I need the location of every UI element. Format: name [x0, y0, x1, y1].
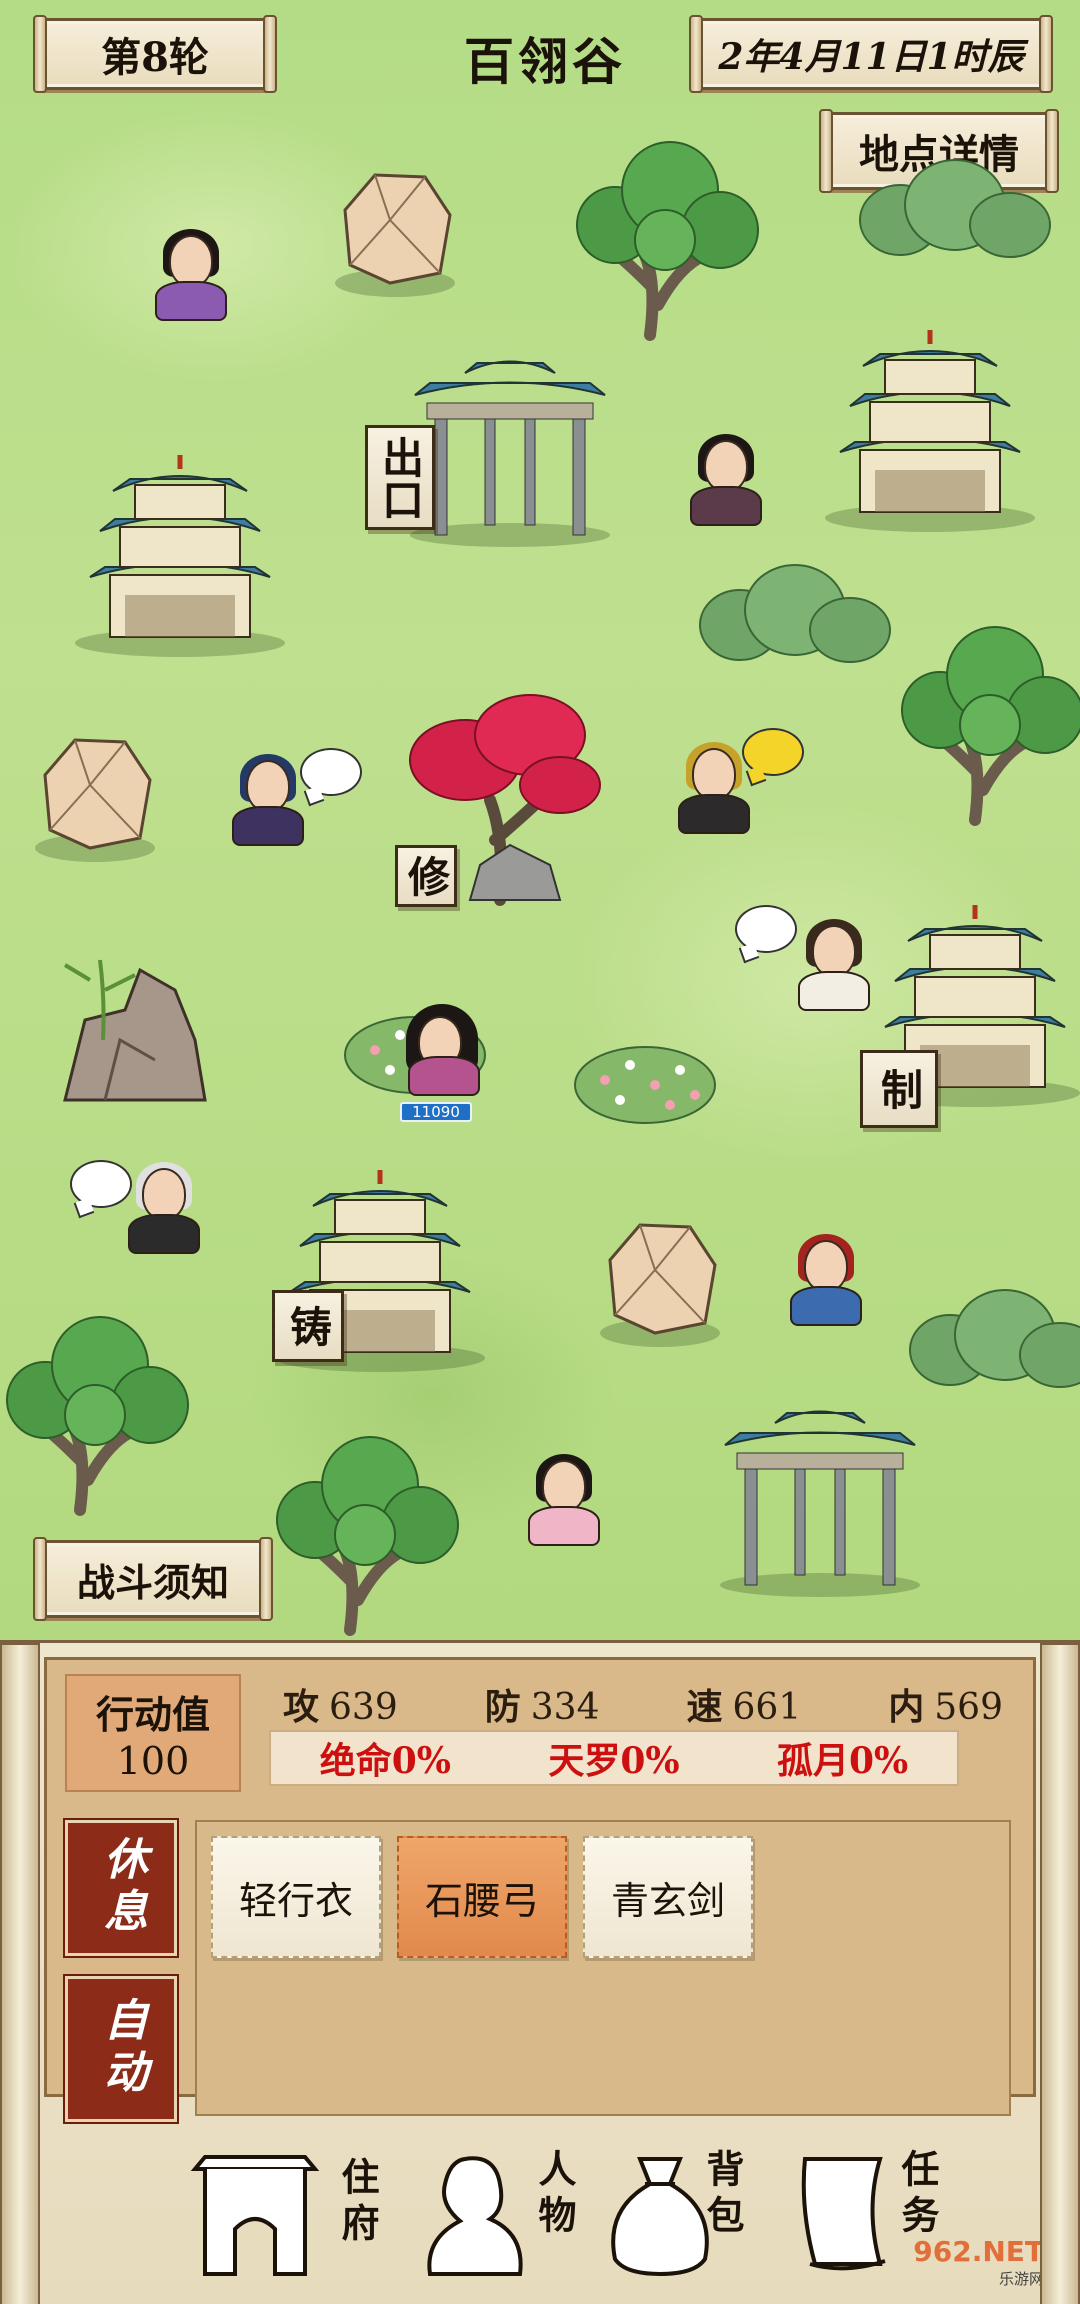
- craft-tag[interactable]: 制: [860, 1050, 938, 1128]
- player-character[interactable]: [402, 1004, 482, 1102]
- speech-bubble[interactable]: [70, 1160, 132, 1208]
- jueming-rate: 绝命0%: [319, 1740, 451, 1782]
- exit-tag[interactable]: 出口: [365, 425, 435, 530]
- quest-bubble[interactable]: [742, 728, 804, 776]
- rest-button[interactable]: 休息: [63, 1818, 179, 1958]
- speech-bubble[interactable]: [300, 748, 362, 796]
- attribute-row: 攻 639 防 334 速 661 内 569: [283, 1678, 1003, 1728]
- npc-maiden-white[interactable]: [798, 919, 870, 1011]
- nav-residence[interactable]: 住府: [190, 2149, 390, 2289]
- equipment-card[interactable]: 青玄剑: [583, 1836, 753, 1958]
- world-map[interactable]: 第8轮 百翎谷 2年4月11日1时辰 地点详情 出口 修 制 铸 11090 战…: [0, 0, 1080, 1640]
- npc-swordsman[interactable]: [232, 754, 304, 846]
- npc-woman-dark[interactable]: [690, 434, 762, 526]
- auto-button[interactable]: 自动: [63, 1974, 179, 2124]
- npc-lady-red[interactable]: [790, 1234, 862, 1326]
- npc-old-master[interactable]: [128, 1162, 200, 1254]
- npc-warrior-gold[interactable]: [678, 742, 750, 834]
- nav-character[interactable]: 人物: [415, 2149, 615, 2289]
- nav-bag[interactable]: 背包: [600, 2149, 800, 2289]
- gate-icon: [190, 2155, 320, 2276]
- inner-stat: 内 569: [888, 1686, 1003, 1728]
- npc-lady-purple[interactable]: [155, 229, 227, 321]
- speed-stat: 速 661: [686, 1686, 802, 1728]
- action-points-value: 100: [116, 1738, 190, 1783]
- equipment-card-selected[interactable]: 石腰弓: [397, 1836, 567, 1958]
- speech-bubble[interactable]: [735, 905, 797, 953]
- npc-lady-pink[interactable]: [528, 1454, 600, 1546]
- equipment-card[interactable]: 轻行衣: [211, 1836, 381, 1958]
- guyue-rate: 孤月0%: [777, 1740, 909, 1782]
- action-points-box: 行动值 100: [65, 1674, 241, 1792]
- defense-stat: 防 334: [484, 1686, 600, 1728]
- bottom-panel: 行动值 100 攻 639 防 334 速 661 内 569 绝命0% 天罗0% 孤月…: [0, 1640, 1080, 2304]
- repair-tag[interactable]: 修: [395, 845, 457, 907]
- battle-tips-button[interactable]: 战斗须知: [33, 1537, 273, 1621]
- special-rates: 绝命0% 天罗0% 孤月0%: [269, 1730, 959, 1786]
- attack-stat: 攻 639: [283, 1686, 398, 1728]
- tianluo-rate: 天罗0%: [548, 1740, 680, 1782]
- action-points-label: 行动值: [95, 1691, 210, 1737]
- equipment-area: 轻行衣 石腰弓 青玄剑: [195, 1820, 1011, 2116]
- player-power-badge: 11090: [400, 1102, 472, 1122]
- character-panel: 行动值 100 攻 639 防 334 速 661 内 569 绝命0% 天罗0% 孤月…: [44, 1657, 1036, 2124]
- forge-tag[interactable]: 铸: [272, 1290, 344, 1362]
- person-icon: [427, 2156, 523, 2276]
- site-watermark: 962.NET 乐游网: [913, 2235, 1044, 2288]
